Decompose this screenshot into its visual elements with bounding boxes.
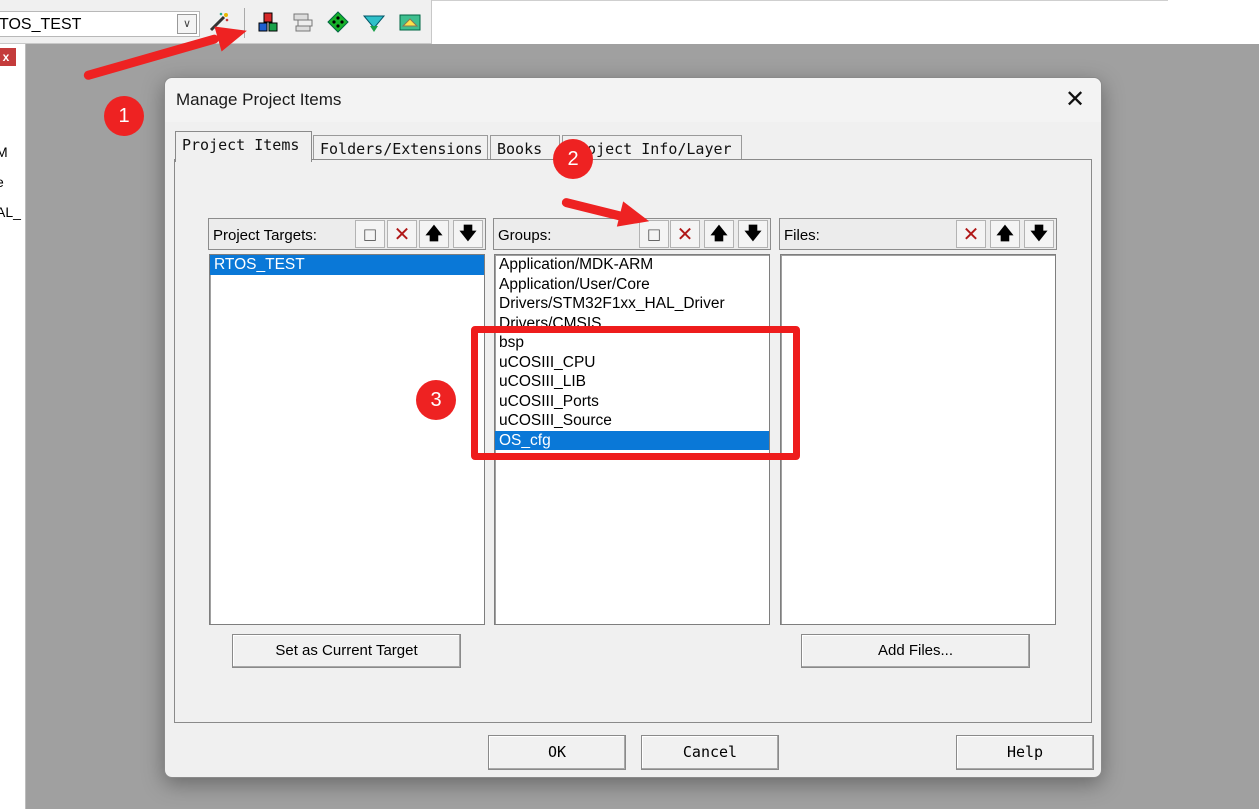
new-icon: □ — [646, 225, 662, 243]
groups-label: Groups: — [498, 227, 552, 244]
arrow-up-icon: 🡅 — [710, 224, 728, 244]
arrow-down-icon: 🡇 — [1030, 224, 1048, 244]
ok-button[interactable]: OK — [488, 735, 626, 770]
delete-file-button[interactable]: ✕ — [956, 220, 986, 248]
delete-icon: ✕ — [676, 222, 694, 246]
list-item[interactable]: RTOS_TEST — [210, 255, 484, 275]
move-target-down-button[interactable]: 🡇 — [453, 220, 483, 248]
add-files-button[interactable]: Add Files... — [801, 634, 1030, 668]
step-badge-1: 1 — [104, 96, 144, 136]
arrow-down-icon: 🡇 — [459, 224, 477, 244]
delete-icon: ✕ — [393, 222, 411, 246]
step-badge-3: 3 — [416, 380, 456, 420]
move-file-up-button[interactable]: 🡅 — [990, 220, 1020, 248]
delete-icon: ✕ — [962, 222, 980, 246]
list-item[interactable]: Application/User/Core — [495, 275, 769, 295]
files-list[interactable] — [780, 254, 1056, 625]
cancel-button[interactable]: Cancel — [641, 735, 779, 770]
move-group-up-button[interactable]: 🡅 — [704, 220, 734, 248]
files-label: Files: — [784, 227, 820, 244]
delete-group-button[interactable]: ✕ — [670, 220, 700, 248]
tab-project-items[interactable]: Project Items — [175, 131, 312, 162]
arrow-up-icon: 🡅 — [996, 224, 1014, 244]
build-icon[interactable] — [325, 10, 351, 36]
options-icon[interactable] — [290, 10, 316, 36]
dialog-title: Manage Project Items — [176, 90, 342, 109]
move-group-down-button[interactable]: 🡇 — [738, 220, 768, 248]
top-divider — [432, 0, 1168, 1]
new-icon: □ — [362, 225, 378, 243]
arrow-down-icon: 🡇 — [744, 224, 762, 244]
arrow-up-icon: 🡅 — [425, 224, 443, 244]
new-target-button[interactable]: □ — [355, 220, 385, 248]
delete-target-button[interactable]: ✕ — [387, 220, 417, 248]
highlight-box — [471, 326, 800, 460]
list-item[interactable]: Application/MDK-ARM — [495, 255, 769, 275]
tree-fragment: e — [0, 174, 4, 190]
move-file-down-button[interactable]: 🡇 — [1024, 220, 1054, 248]
close-icon[interactable]: x — [0, 48, 16, 66]
dialog-titlebar: Manage Project Items ✕ — [165, 78, 1101, 122]
rebuild-icon[interactable] — [361, 10, 387, 36]
target-select-value: TOS_TEST — [0, 16, 82, 33]
target-select[interactable]: TOS_TEST ∨ — [0, 11, 200, 37]
project-targets-list[interactable]: RTOS_TEST — [209, 254, 485, 625]
project-pane: x M e AL_ — [0, 44, 26, 809]
step-badge-2: 2 — [553, 139, 593, 179]
move-target-up-button[interactable]: 🡅 — [419, 220, 449, 248]
tree-fragment: AL_ — [0, 204, 21, 220]
chevron-down-icon[interactable]: ∨ — [177, 14, 197, 34]
project-targets-header: Project Targets: □ ✕ 🡅 🡇 — [208, 218, 486, 250]
batch-icon[interactable] — [397, 10, 423, 36]
close-icon[interactable]: ✕ — [1061, 86, 1089, 114]
files-header: Files: ✕ 🡅 🡇 — [779, 218, 1057, 250]
set-current-target-button[interactable]: Set as Current Target — [232, 634, 461, 668]
list-item[interactable]: Drivers/STM32F1xx_HAL_Driver — [495, 294, 769, 314]
help-button[interactable]: Help — [956, 735, 1094, 770]
tree-fragment: M — [0, 144, 8, 160]
project-targets-label: Project Targets: — [213, 227, 317, 244]
load-icon[interactable] — [255, 10, 281, 36]
